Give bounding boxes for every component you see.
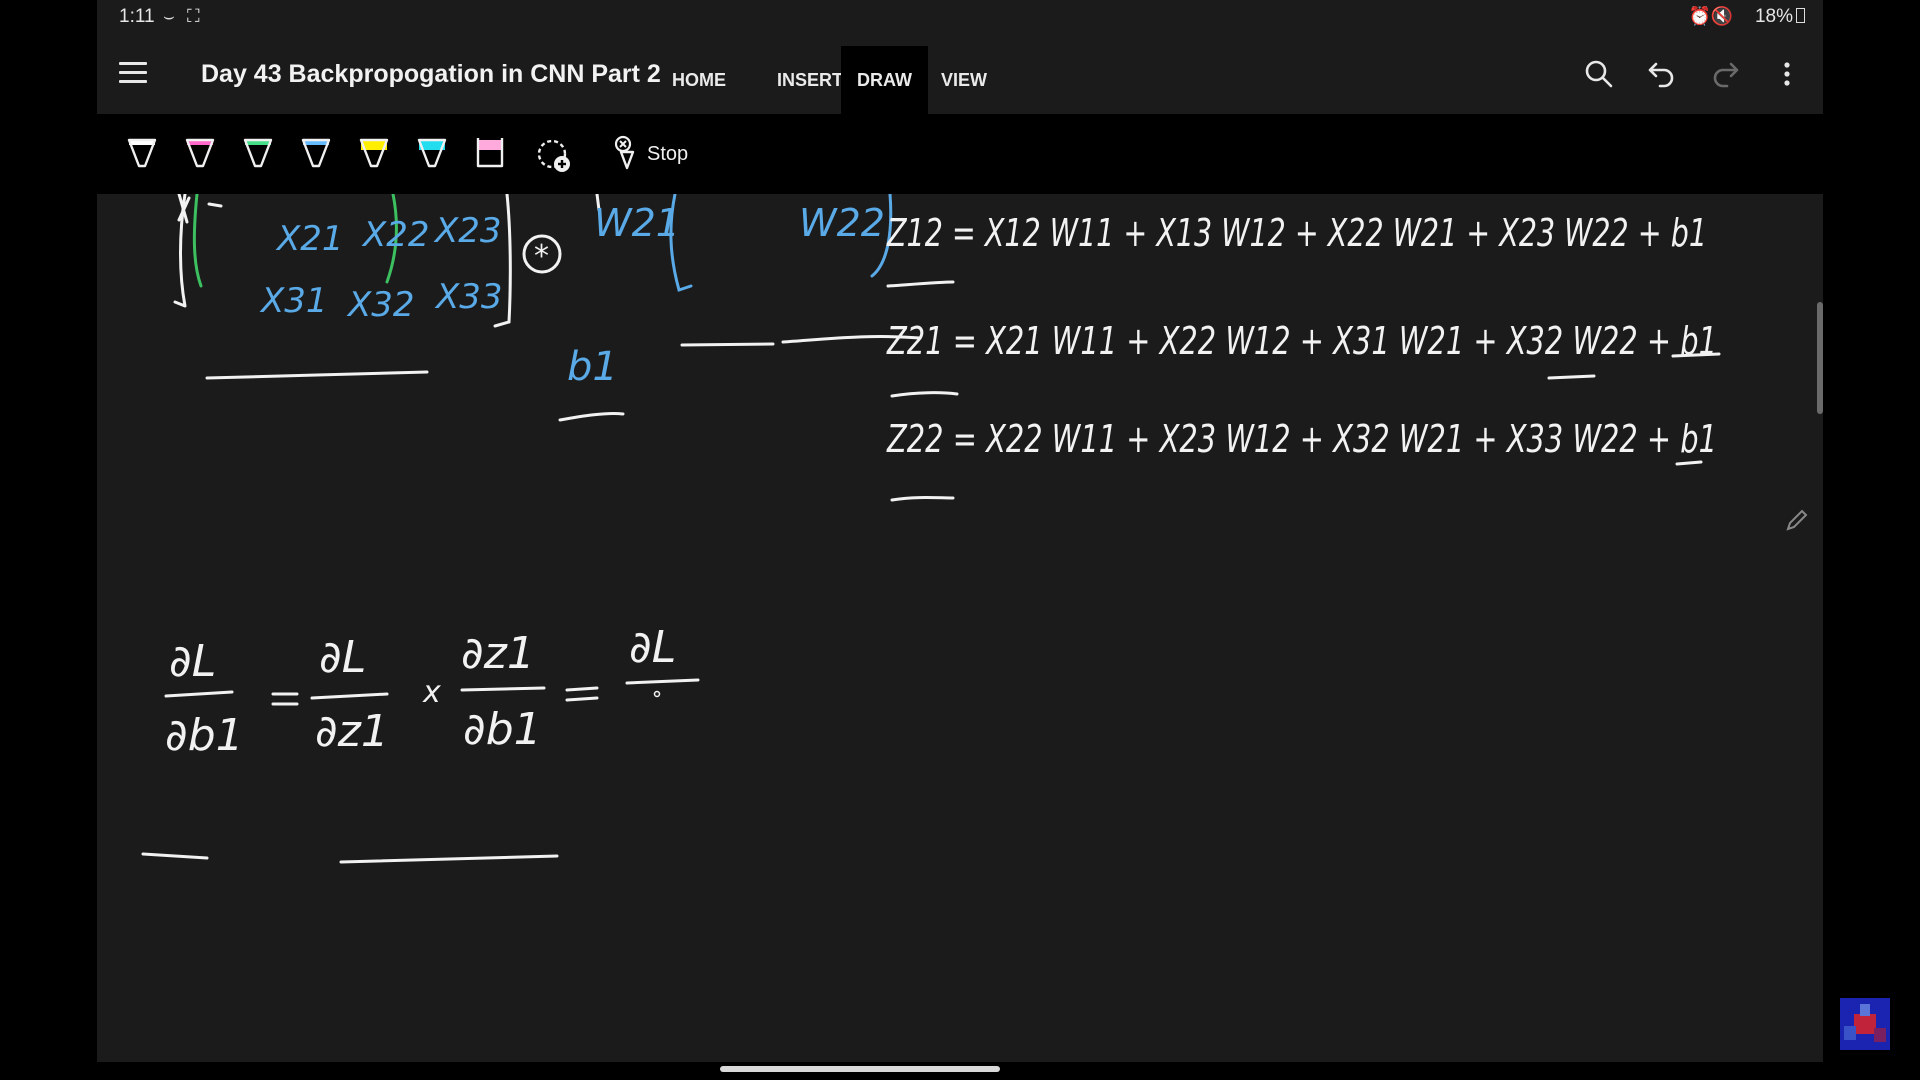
pencil-icon[interactable]	[1783, 506, 1811, 534]
equation-z22: Z22 = X22 W11 + X23 W12 + X32 W21 + X33 …	[886, 417, 1717, 461]
ink-underline	[680, 335, 922, 347]
ink-underline	[1547, 374, 1596, 380]
ink-underline	[141, 852, 209, 860]
tab-draw[interactable]: DRAW	[841, 46, 928, 114]
matrix-x-r2c3: X23	[433, 211, 502, 251]
ink-mark-equals-fragment	[207, 202, 223, 208]
ink-dot	[653, 690, 661, 698]
handwriting-layer: X21 X22 X23 X31 X32 X33 * W21 W22 b1 Z12…	[141, 194, 1721, 864]
mute-icon: 🔇	[1710, 6, 1733, 26]
bias-b1: b1	[567, 344, 618, 390]
grad-times-sign: x	[422, 675, 441, 710]
redo-icon[interactable]	[1705, 54, 1745, 94]
vertical-scrollbar[interactable]	[1817, 302, 1823, 414]
home-indicator[interactable]	[720, 1066, 1000, 1072]
screen-frame: 1:11 ⌣ ⛶ ⏰ 🔇 18% Day 43 Backpropogation …	[0, 0, 1920, 1080]
video-thumbnail-icon[interactable]	[1840, 998, 1890, 1050]
green-pen-icon[interactable]	[243, 138, 273, 168]
pen-tray	[127, 138, 504, 168]
grad-r2-numerator: ∂z1	[461, 628, 535, 679]
stop-label: Stop	[647, 143, 689, 165]
alarm-icon: ⏰	[1688, 6, 1711, 26]
draw-toolbar: Stop	[97, 114, 1823, 194]
ink-underline	[205, 370, 429, 380]
blue-pen-icon[interactable]	[301, 138, 331, 168]
matrix-x-r2c2: X22	[361, 215, 430, 255]
battery-level: 18%	[1754, 6, 1793, 27]
kernel-w21: W21	[594, 201, 680, 245]
yellow-highlighter-icon[interactable]	[359, 138, 389, 168]
app-header: Day 43 Backpropogation in CNN Part 2 HOM…	[97, 34, 1823, 114]
tablet-screen: 1:11 ⌣ ⛶ ⏰ 🔇 18% Day 43 Backpropogation …	[97, 0, 1823, 1062]
battery-icon	[1796, 8, 1805, 23]
search-icon[interactable]	[1579, 54, 1619, 94]
ink-equals	[565, 686, 599, 702]
equation-z12: Z12 = X12 W11 + X13 W12 + X22 W21 + X23 …	[886, 211, 1707, 255]
grad-lhs-denominator: ∂b1	[165, 710, 244, 761]
more-options-icon[interactable]	[1767, 54, 1807, 94]
ink-underline	[890, 391, 959, 398]
pink-pen-icon[interactable]	[185, 138, 215, 168]
status-bar: 1:11 ⌣ ⛶ ⏰ 🔇 18%	[97, 0, 1823, 34]
white-pen-icon[interactable]	[127, 138, 157, 168]
ink-equals	[271, 692, 299, 706]
equation-z21: Z21 = X21 W11 + X22 W12 + X31 W21 + X32 …	[886, 319, 1717, 363]
page-title: Day 43 Backpropogation in CNN Part 2	[201, 60, 661, 88]
pink-highlighter-icon[interactable]	[476, 138, 504, 168]
cyan-highlighter-icon[interactable]	[417, 138, 447, 168]
lasso-add-icon[interactable]	[535, 136, 573, 176]
hamburger-menu-icon[interactable]	[119, 62, 147, 84]
matrix-x-r3c1: X31	[259, 281, 328, 321]
matrix-x-r3c3: X33	[434, 277, 503, 317]
grad-r3-numerator: ∂L	[629, 622, 676, 673]
matrix-x-left-bracket	[173, 194, 187, 308]
grad-r1-numerator: ∂L	[319, 632, 366, 683]
matrix-x-r2c1: X21	[275, 219, 344, 259]
ink-underline	[339, 854, 559, 864]
stop-pen-icon	[614, 135, 635, 170]
ink-underline	[558, 412, 625, 422]
undo-icon[interactable]	[1642, 54, 1682, 94]
tab-view[interactable]: VIEW	[925, 46, 1003, 114]
screen-record-icon: ⛶	[187, 6, 200, 26]
conv-operator: *	[534, 239, 549, 274]
grad-r2-denominator: ∂b1	[463, 704, 542, 755]
note-canvas[interactable]: X21 X22 X23 X31 X32 X33 * W21 W22 b1 Z12…	[97, 194, 1823, 1062]
green-bracket-left	[192, 194, 203, 288]
kernel-w22: W22	[799, 201, 885, 245]
grad-r1-denominator: ∂z1	[315, 706, 389, 757]
ink-underline	[890, 496, 955, 502]
tab-home[interactable]: HOME	[656, 46, 742, 114]
grad-lhs-numerator: ∂L	[169, 636, 216, 687]
status-time: 1:11	[119, 6, 155, 27]
ink-underline	[886, 280, 955, 288]
phone-link-icon: ⌣	[163, 6, 175, 26]
matrix-x-r3c2: X32	[346, 285, 415, 325]
